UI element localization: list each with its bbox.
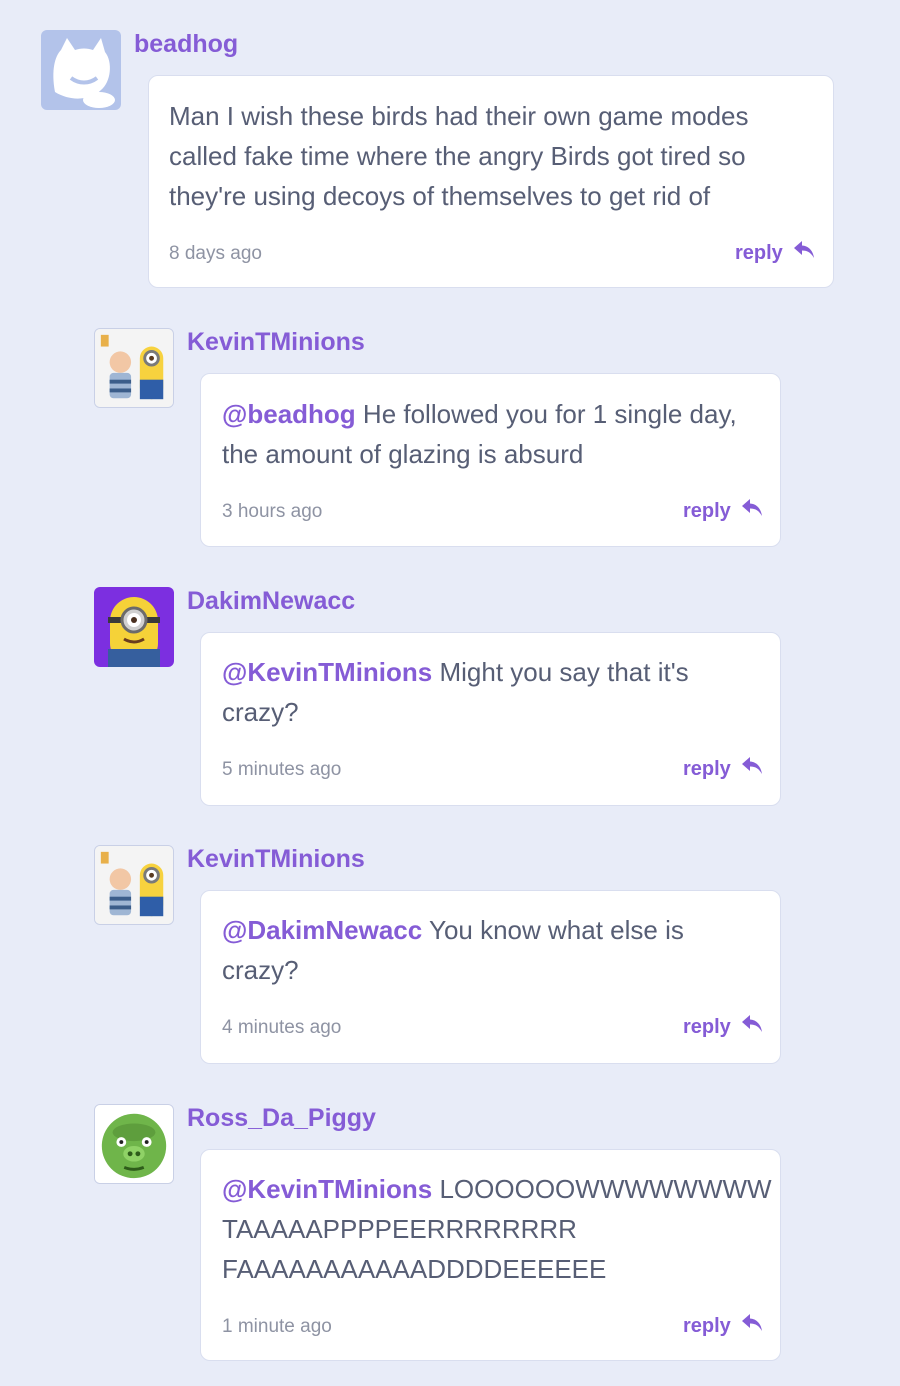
- comment-text-line: called fake time where the angry Birds g…: [169, 141, 746, 171]
- kid-and-minion-avatar[interactable]: [94, 845, 174, 925]
- comment-bubble: Man I wish these birds had their own gam…: [148, 75, 834, 288]
- comment-timestamp: 1 minute ago: [222, 1316, 332, 1337]
- comment-text: Might you say that it's: [432, 657, 689, 687]
- reply-arrow-icon: [741, 498, 763, 524]
- scratch-cat-avatar[interactable]: [41, 30, 121, 110]
- reply-label: reply: [683, 1314, 731, 1337]
- reply-button[interactable]: reply: [683, 756, 763, 782]
- reply-arrow-icon: [793, 240, 815, 266]
- comment-text: LOOOOOOWWWWWWWW: [432, 1174, 772, 1204]
- comment-text-line: Man I wish these birds had their own gam…: [169, 101, 749, 131]
- comment-text-line: @DakimNewacc You know what else is: [222, 910, 684, 950]
- reply-label: reply: [735, 241, 783, 264]
- comment-timestamp: 3 hours ago: [222, 501, 323, 522]
- comment-text: You know what else is: [422, 915, 684, 945]
- comment-text-line: FAAAAAAAAAAADDDDEEEEEE: [222, 1254, 607, 1284]
- reply-button[interactable]: reply: [683, 1014, 763, 1040]
- comment-text-line: they're using decoys of themselves to ge…: [169, 181, 711, 211]
- comment-username[interactable]: DakimNewacc: [187, 587, 355, 616]
- minion-avatar[interactable]: [94, 587, 174, 667]
- comment-bubble: @DakimNewacc You know what else is crazy…: [200, 890, 781, 1064]
- reply-label: reply: [683, 1015, 731, 1038]
- reply-button[interactable]: reply: [735, 240, 815, 266]
- kid-and-minion-avatar[interactable]: [94, 328, 174, 408]
- mention-link[interactable]: @KevinTMinions: [222, 1174, 432, 1204]
- comment-timestamp: 4 minutes ago: [222, 1017, 342, 1038]
- comment-text-line: crazy?: [222, 697, 299, 727]
- comment-bubble: @KevinTMinions Might you say that it's c…: [200, 632, 781, 806]
- reply-label: reply: [683, 499, 731, 522]
- comment-text-line: @KevinTMinions LOOOOOOWWWWWWWW: [222, 1169, 772, 1209]
- reply-arrow-icon: [741, 756, 763, 782]
- comment-username[interactable]: KevinTMinions: [187, 328, 365, 357]
- comment-text-line: TAAAAAPPPPEERRRRRRRR: [222, 1214, 577, 1244]
- mention-link[interactable]: @beadhog: [222, 399, 356, 429]
- comment-bubble: @KevinTMinions LOOOOOOWWWWWWWW TAAAAAPPP…: [200, 1149, 781, 1361]
- reply-arrow-icon: [741, 1014, 763, 1040]
- reply-label: reply: [683, 757, 731, 780]
- comment-timestamp: 8 days ago: [169, 243, 262, 264]
- reply-button[interactable]: reply: [683, 498, 763, 524]
- comment-timestamp: 5 minutes ago: [222, 759, 342, 780]
- comment-text-line: @KevinTMinions Might you say that it's: [222, 652, 689, 692]
- comment-bubble: @beadhog He followed you for 1 single da…: [200, 373, 781, 547]
- comment-username[interactable]: Ross_Da_Piggy: [187, 1104, 376, 1133]
- comment-text-line: @beadhog He followed you for 1 single da…: [222, 394, 737, 434]
- comment-username[interactable]: beadhog: [134, 30, 238, 59]
- mention-link[interactable]: @DakimNewacc: [222, 915, 422, 945]
- comment-username[interactable]: KevinTMinions: [187, 845, 365, 874]
- green-pig-avatar[interactable]: [94, 1104, 174, 1184]
- reply-button[interactable]: reply: [683, 1313, 763, 1339]
- comment-text: He followed you for 1 single day,: [355, 399, 737, 429]
- reply-arrow-icon: [741, 1313, 763, 1339]
- comment-text-line: crazy?: [222, 955, 299, 985]
- mention-link[interactable]: @KevinTMinions: [222, 657, 432, 687]
- comment-text-line: the amount of glazing is absurd: [222, 439, 584, 469]
